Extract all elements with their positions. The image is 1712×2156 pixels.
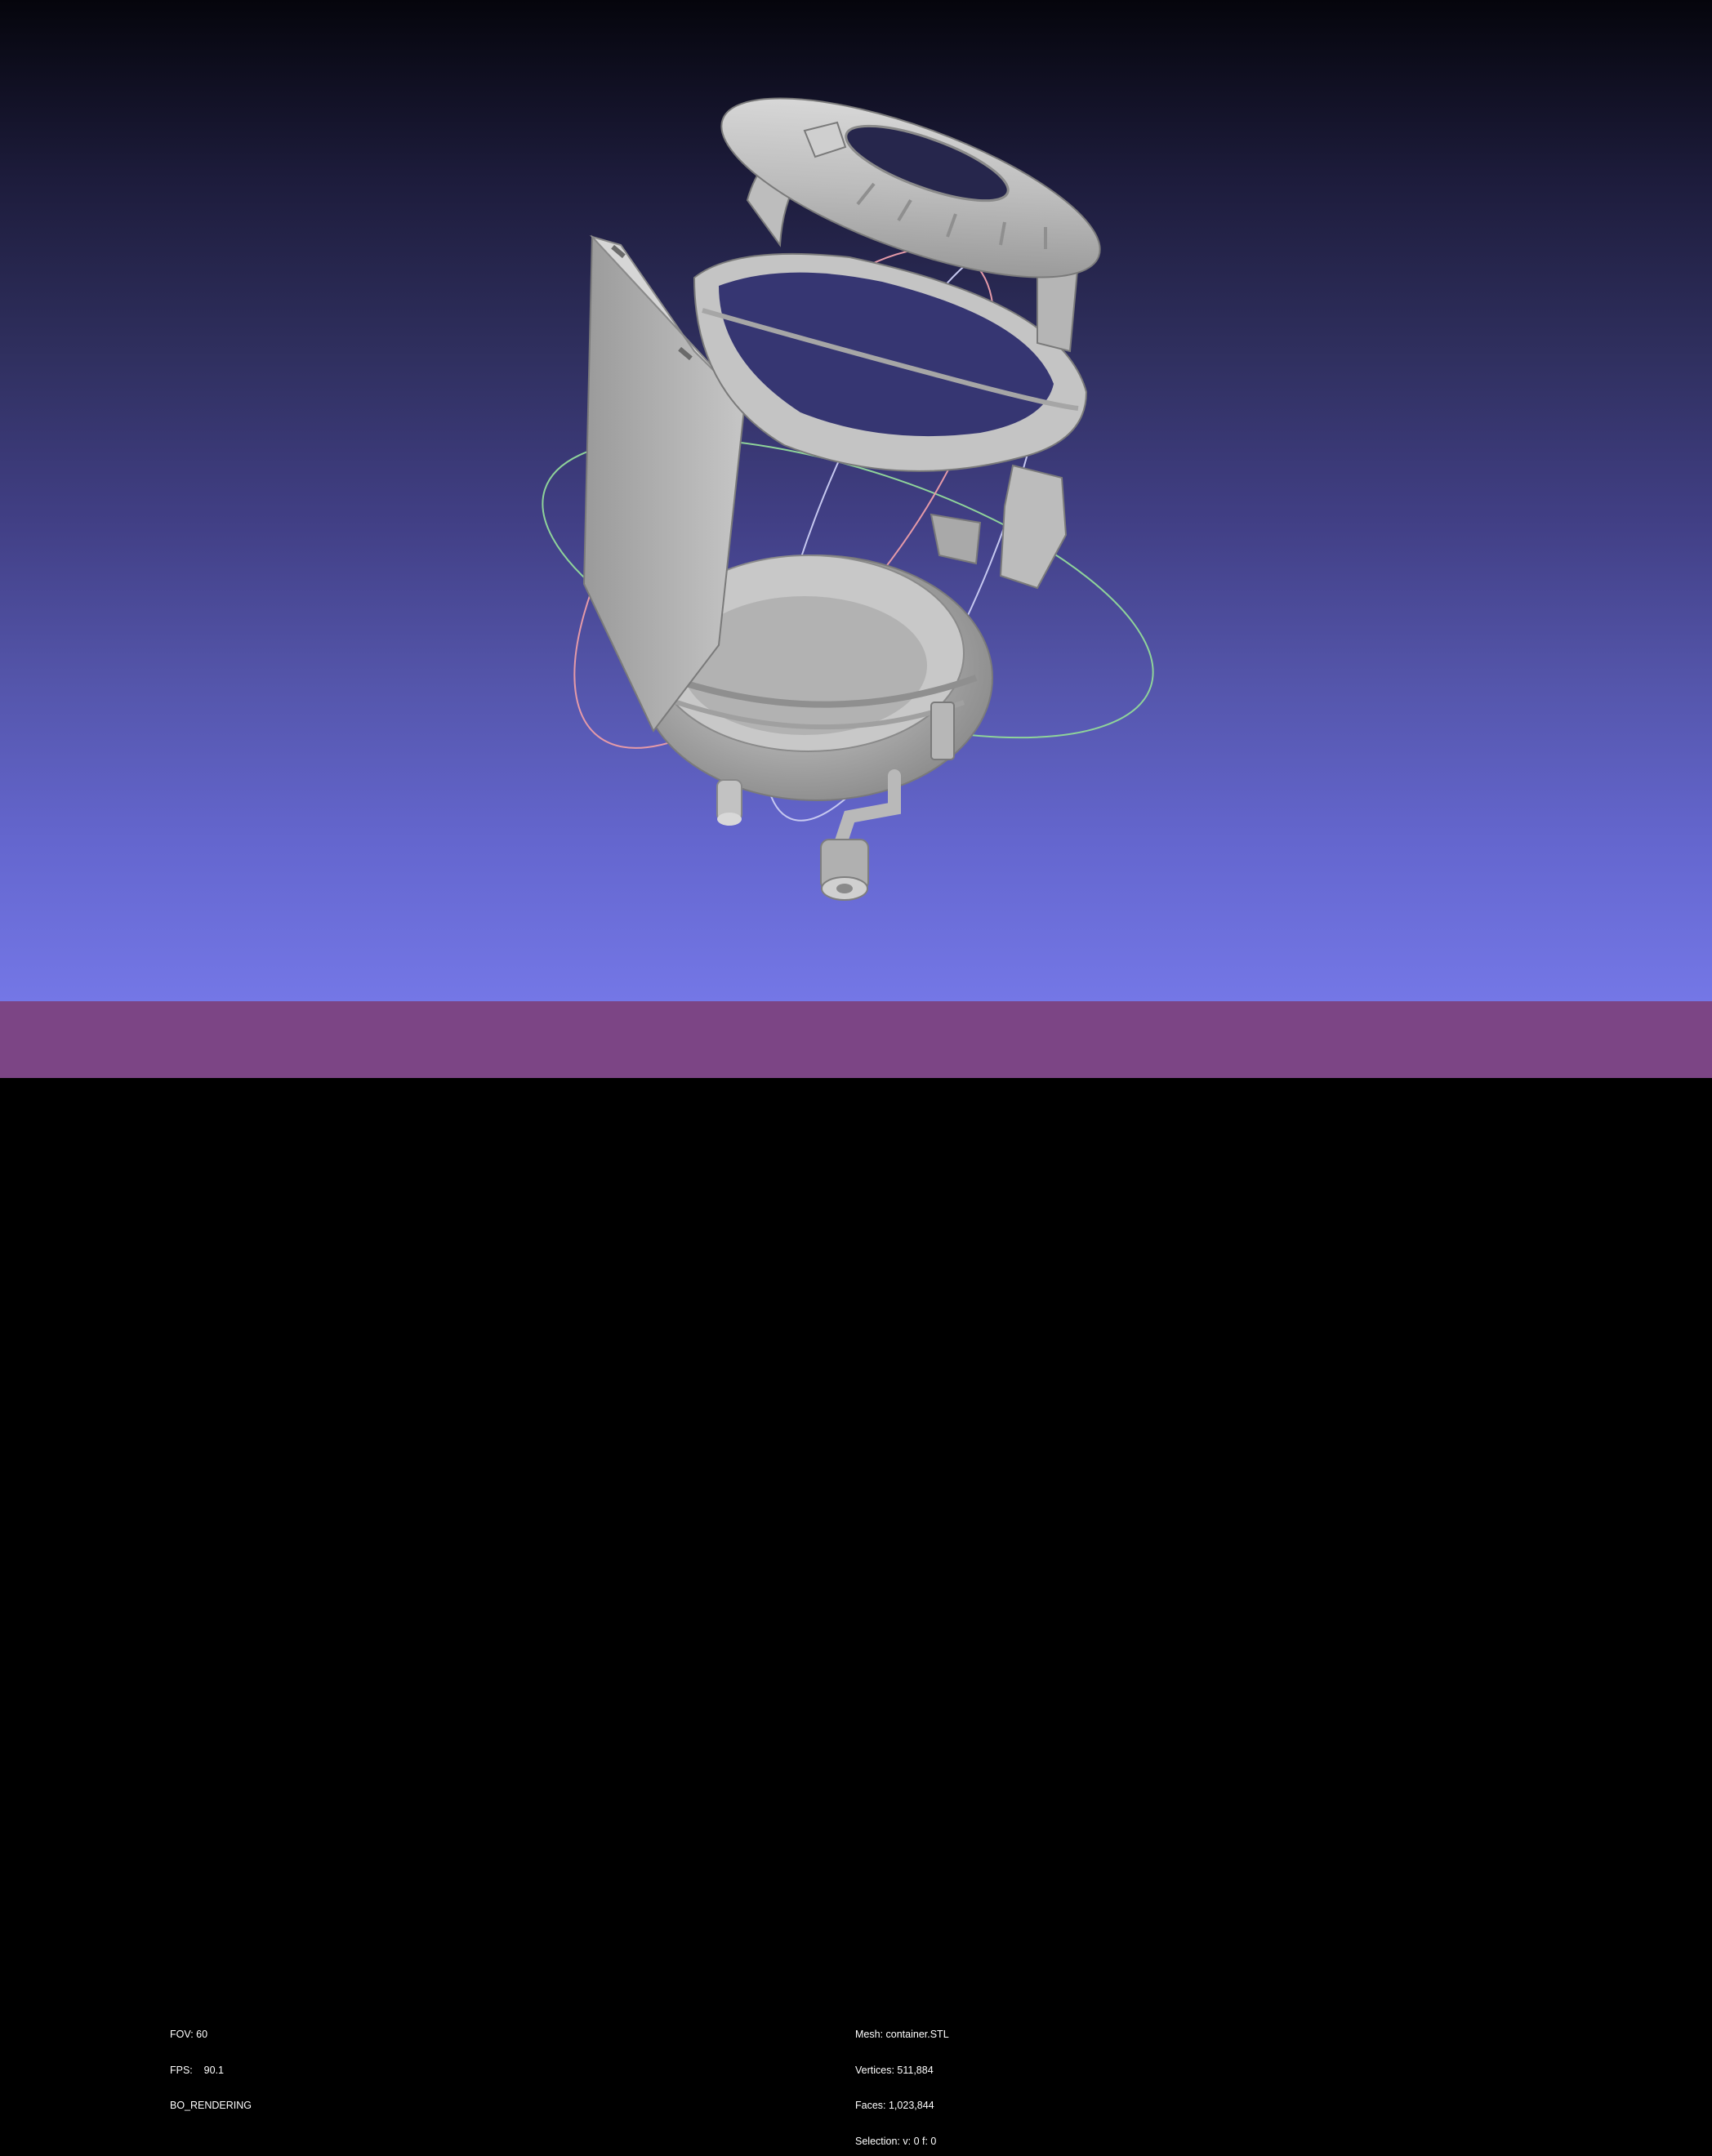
fov-readout: FOV: 60: [170, 2029, 208, 2040]
render-mode-readout: BO_RENDERING: [170, 2100, 252, 2111]
mesh-name-readout: Mesh: container.STL: [855, 2029, 949, 2040]
selection-readout: Selection: v: 0 f: 0: [855, 2135, 937, 2147]
fps-readout: FPS: 90.1: [170, 2064, 225, 2076]
container-mesh: [582, 97, 1101, 901]
status-bar: FOV: 60 FPS: 90.1 BO_RENDERING Mesh: con…: [0, 1001, 1712, 2147]
mesh-info-panel: Mesh: container.STL Vertices: 511,884 Fa…: [855, 2005, 949, 2156]
render-info-panel: FOV: 60 FPS: 90.1 BO_RENDERING: [170, 2005, 252, 2136]
3d-viewport[interactable]: [0, 0, 1712, 1001]
faces-readout: Faces: 1,023,844: [855, 2100, 934, 2111]
vertices-readout: Vertices: 511,884: [855, 2064, 934, 2076]
mesh-render[interactable]: [0, 0, 1712, 1001]
